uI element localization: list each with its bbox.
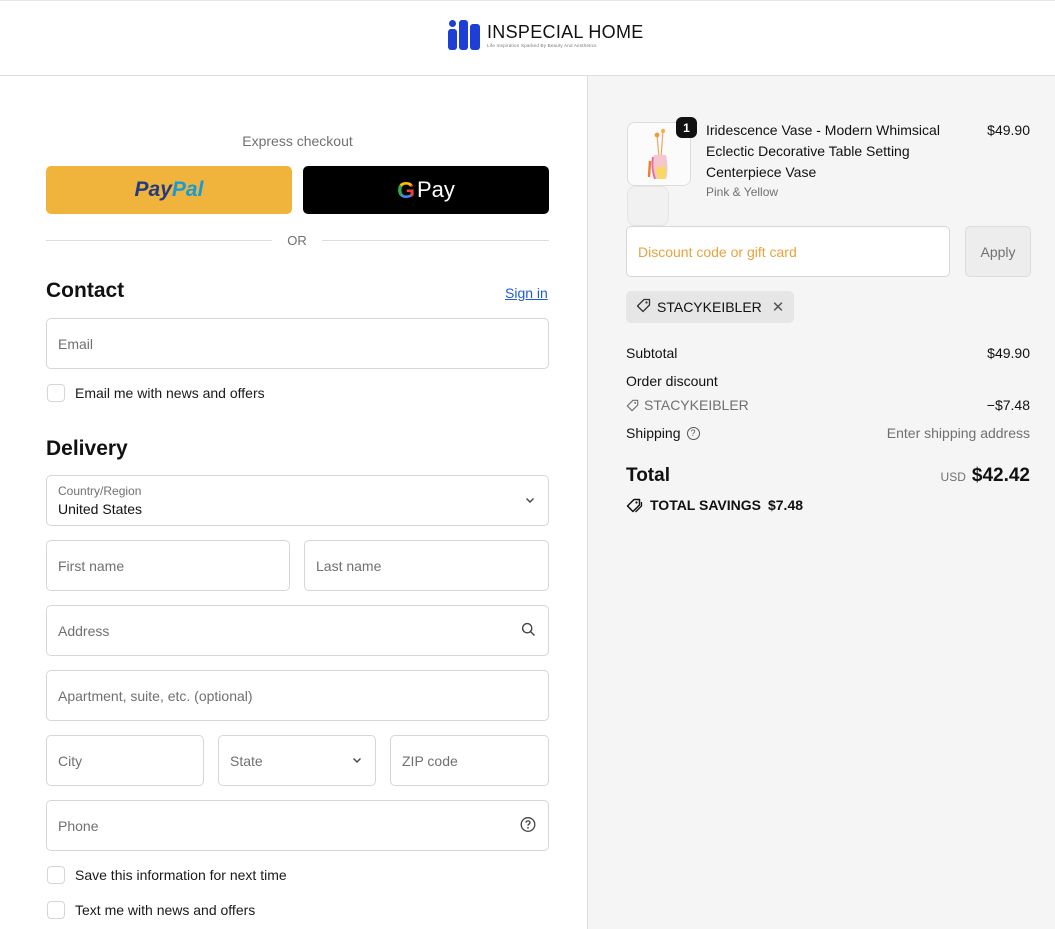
first-name-placeholder: First name [58, 557, 125, 574]
chevron-down-icon [351, 753, 363, 769]
shipping-value: Enter shipping address [886, 425, 1030, 441]
apply-discount-button[interactable]: Apply [965, 226, 1031, 277]
email-placeholder: Email [58, 335, 94, 352]
discount-placeholder: Discount code or gift card [638, 243, 797, 260]
delivery-heading: Delivery [46, 437, 128, 460]
applied-code-label: STACYKEIBLER [657, 299, 762, 315]
discount-amount: −$7.48 [986, 397, 1030, 413]
discount-code-row: STACYKEIBLER [626, 397, 749, 413]
divider-left [46, 240, 272, 241]
product-thumbnail-shadow [627, 186, 669, 226]
text-offers-checkbox-row[interactable]: Text me with news and offers [47, 901, 255, 919]
zip-code-field[interactable]: ZIP code [390, 735, 549, 786]
savings-label: TOTAL SAVINGS [650, 497, 761, 513]
paypal-button[interactable]: Pay Pal [46, 166, 292, 214]
discount-code-label: STACYKEIBLER [644, 397, 749, 413]
google-pay-label: Pay [416, 177, 455, 202]
email-news-label: Email me with news and offers [75, 385, 265, 401]
total-savings: TOTAL SAVINGS $7.48 [626, 497, 803, 513]
brand-logo[interactable]: INSPECIAL HOME Life Inspiration Sparked … [448, 19, 644, 51]
save-info-label: Save this information for next time [75, 867, 287, 883]
or-divider-label: OR [287, 233, 307, 248]
state-select[interactable]: State [218, 735, 376, 786]
save-info-checkbox-row[interactable]: Save this information for next time [47, 866, 287, 884]
google-g-icon: G [397, 176, 415, 203]
email-news-checkbox-row[interactable]: Email me with news and offers [47, 384, 265, 402]
address-field[interactable]: Address [46, 605, 549, 656]
total-currency: USD [940, 470, 966, 484]
product-price: $49.90 [987, 122, 1030, 138]
product-variant: Pink & Yellow [706, 185, 779, 199]
save-info-checkbox[interactable] [47, 866, 65, 884]
country-select[interactable]: Country/Region United States [46, 475, 549, 526]
apartment-placeholder: Apartment, suite, etc. (optional) [58, 687, 253, 704]
tag-icon [626, 498, 643, 513]
contact-heading: Contact [46, 279, 125, 302]
text-offers-label: Text me with news and offers [75, 902, 256, 918]
search-icon[interactable] [521, 622, 536, 640]
applied-discount-tag: STACYKEIBLER ✕ [626, 291, 795, 323]
savings-value: $7.48 [767, 497, 804, 513]
site-header: INSPECIAL HOME Life Inspiration Sparked … [0, 0, 1055, 76]
brand-logo-icon [448, 20, 480, 50]
tag-icon [636, 298, 651, 316]
divider-right [322, 240, 549, 241]
product-name: Iridescence Vase - Modern Whimsical Ecle… [706, 122, 940, 180]
apartment-field[interactable]: Apartment, suite, etc. (optional) [46, 670, 549, 721]
total-label: Total [626, 465, 670, 486]
order-discount-label: Order discount [626, 373, 718, 389]
subtotal-value: $49.90 [987, 345, 1030, 361]
phone-field[interactable]: Phone [46, 800, 549, 851]
text-offers-checkbox[interactable] [47, 901, 65, 919]
help-circle-icon[interactable]: ? [686, 426, 700, 440]
discount-code-input[interactable]: Discount code or gift card [626, 226, 950, 277]
country-value: United States [58, 501, 143, 517]
country-label: Country/Region [58, 484, 142, 498]
last-name-field[interactable]: Last name [304, 540, 549, 591]
brand-name: INSPECIAL HOME [487, 21, 644, 42]
google-pay-button[interactable]: G Pay [303, 166, 549, 214]
chevron-down-icon [524, 493, 536, 509]
address-placeholder: Address [58, 622, 110, 639]
zip-placeholder: ZIP code [402, 752, 458, 769]
subtotal-label: Subtotal [626, 345, 678, 361]
order-summary-panel: 1 Iridescence Vase - Modern Whimsical Ec… [587, 76, 1055, 929]
tag-icon [626, 399, 639, 412]
express-checkout-title: Express checkout [242, 133, 353, 149]
sign-in-link[interactable]: Sign in [505, 285, 548, 301]
checkout-form-panel: Express checkout Pay Pal G Pay OR Contact… [0, 76, 587, 929]
state-placeholder: State [230, 752, 263, 769]
total-amount-group: USD $42.42 [941, 465, 1030, 487]
email-field[interactable]: Email [46, 318, 549, 369]
shipping-label: Shipping [626, 425, 681, 441]
city-field[interactable]: City [46, 735, 204, 786]
help-circle-icon[interactable] [520, 816, 536, 835]
last-name-placeholder: Last name [316, 557, 382, 574]
paypal-logo-pal: Pal [171, 178, 204, 201]
quantity-badge: 1 [676, 117, 697, 138]
brand-tagline: Life Inspiration Sparked By Beauty And A… [487, 42, 597, 48]
shipping-row: Shipping ? [626, 425, 700, 441]
phone-placeholder: Phone [58, 817, 99, 834]
total-amount: $42.42 [971, 465, 1030, 486]
first-name-field[interactable]: First name [46, 540, 290, 591]
remove-discount-icon[interactable]: ✕ [772, 298, 785, 316]
city-placeholder: City [58, 752, 83, 769]
email-news-checkbox[interactable] [47, 384, 65, 402]
paypal-logo-pay: Pay [134, 178, 172, 201]
